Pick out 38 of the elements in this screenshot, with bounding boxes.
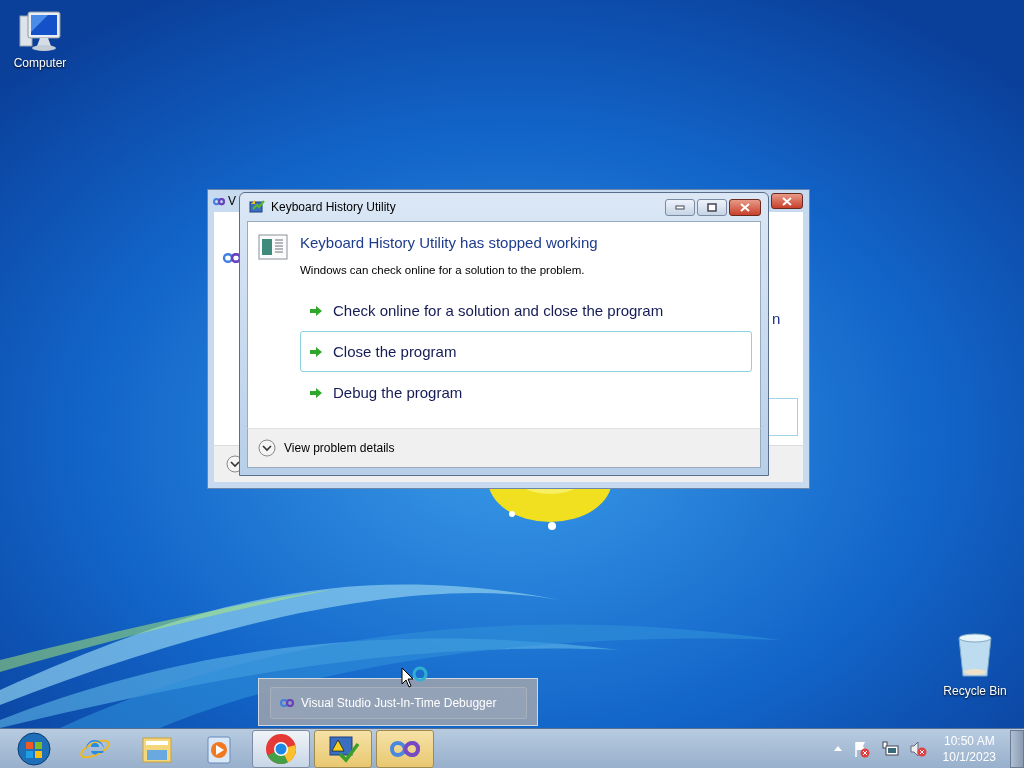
window-title: Keyboard History Utility — [271, 200, 396, 214]
computer-icon[interactable] — [18, 10, 62, 52]
command-link[interactable]: Check online for a solution and close the program — [300, 290, 752, 331]
close-icon[interactable] — [782, 196, 792, 206]
close-button[interactable] — [771, 193, 803, 209]
infinity-icon — [212, 196, 226, 206]
taskbar-button[interactable] — [314, 729, 372, 768]
minimize-icon[interactable] — [675, 204, 685, 210]
flag-icon[interactable] — [852, 739, 871, 758]
chevron-icon[interactable] — [258, 439, 276, 457]
infinity-icon — [279, 698, 295, 708]
desktop-icon-label[interactable]: Computer — [13, 56, 67, 70]
command-link[interactable]: Debug the program — [300, 372, 752, 413]
close-button[interactable] — [729, 198, 761, 216]
arrow-icon — [309, 304, 323, 317]
window-title: V — [228, 194, 236, 208]
speaker-icon[interactable] — [908, 739, 927, 758]
close-icon[interactable] — [740, 202, 750, 212]
busy-cursor-icon — [400, 666, 430, 690]
maximize-icon[interactable] — [707, 202, 717, 212]
error-message: Windows can check online for a solution to the problem. — [300, 264, 586, 276]
recycle-bin-icon[interactable] — [955, 632, 995, 680]
taskbar-button[interactable] — [376, 729, 434, 768]
taskbar-button[interactable] — [252, 729, 310, 768]
network-icon[interactable] — [880, 739, 899, 758]
command-link[interactable]: Close the program — [300, 331, 752, 372]
app-icon — [249, 199, 265, 215]
program-icon — [258, 234, 288, 260]
arrow-icon — [309, 345, 323, 358]
details-toggle[interactable]: View problem details — [258, 439, 395, 457]
error-heading: Keyboard History Utility has stopped working — [300, 234, 598, 251]
windows-logo-icon[interactable] — [15, 731, 53, 766]
minimize-button[interactable] — [665, 198, 695, 216]
arrow-icon — [309, 386, 323, 399]
desktop-icon-label[interactable]: Recycle Bin — [943, 684, 1007, 698]
show-desktop-button[interactable] — [1010, 729, 1024, 768]
maximize-button[interactable] — [697, 198, 727, 216]
window-text: n — [772, 310, 781, 327]
